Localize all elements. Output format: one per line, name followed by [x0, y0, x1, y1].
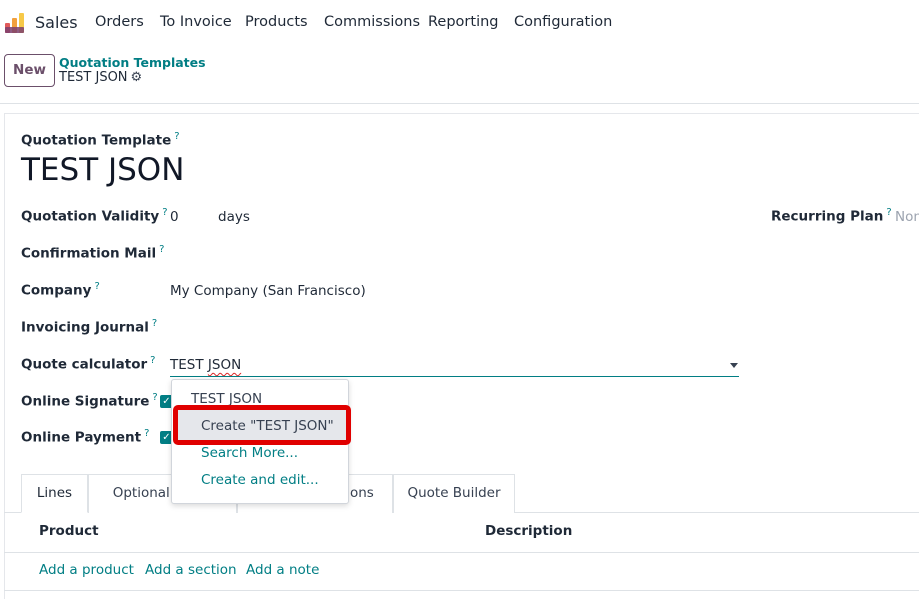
gear-icon[interactable]: ⚙	[131, 70, 143, 85]
company-label: Company?	[21, 281, 100, 299]
breadcrumb-parent[interactable]: Quotation Templates	[59, 55, 206, 70]
dropdown-create-and-edit[interactable]: Create and edit...	[201, 472, 319, 488]
online-signature-label-text: Online Signature	[21, 393, 150, 410]
tab-quote-builder[interactable]: Quote Builder	[393, 474, 515, 513]
dropdown-search-more[interactable]: Search More...	[201, 445, 298, 461]
nav-commissions[interactable]: Commissions	[324, 14, 420, 30]
online-payment-label: Online Payment?	[21, 428, 149, 446]
add-section-link[interactable]: Add a section	[145, 562, 237, 578]
company-value[interactable]: My Company (San Francisco)	[170, 283, 366, 299]
help-tooltip-icon[interactable]: ?	[152, 318, 157, 329]
recurring-plan-input[interactable]: Non	[895, 209, 919, 225]
quote-calculator-label-text: Quote calculator	[21, 356, 148, 373]
nav-configuration[interactable]: Configuration	[514, 14, 612, 30]
confirmation-mail-label: Confirmation Mail?	[21, 244, 164, 262]
template-title-field[interactable]: TEST JSON	[21, 152, 184, 188]
invoicing-journal-label-text: Invoicing Journal	[21, 319, 149, 336]
quote-calculator-input[interactable]: TEST JSON	[170, 357, 241, 373]
nav-reporting[interactable]: Reporting	[428, 14, 499, 30]
help-tooltip-icon[interactable]: ?	[174, 131, 179, 142]
help-tooltip-icon[interactable]: ?	[152, 392, 157, 403]
nav-products[interactable]: Products	[245, 14, 308, 30]
add-product-link[interactable]: Add a product	[39, 562, 134, 578]
quote-calculator-label: Quote calculator?	[21, 355, 155, 373]
top-navbar: Sales Orders To Invoice Products Commiss…	[0, 0, 919, 46]
annotation-highlight-box	[173, 405, 351, 445]
validity-label-text: Quotation Validity	[21, 208, 160, 225]
new-button[interactable]: New	[4, 54, 55, 87]
quote-calculator-underline	[170, 376, 739, 377]
recurring-plan-label: Recurring Plan?	[771, 207, 892, 225]
help-tooltip-icon[interactable]: ?	[144, 428, 149, 439]
invoicing-journal-label: Invoicing Journal?	[21, 318, 157, 336]
tab-lines[interactable]: Lines	[21, 474, 88, 513]
nav-orders[interactable]: Orders	[95, 14, 144, 30]
column-header-description[interactable]: Description	[485, 523, 572, 539]
confirmation-mail-label-text: Confirmation Mail	[21, 245, 157, 262]
nav-app-name[interactable]: Sales	[35, 13, 78, 32]
control-panel-divider	[0, 103, 919, 104]
validity-input[interactable]: 0	[170, 209, 179, 225]
company-label-text: Company	[21, 282, 92, 299]
online-signature-label: Online Signature?	[21, 392, 158, 410]
help-tooltip-icon[interactable]: ?	[886, 207, 891, 218]
breadcrumb-current: TEST JSON ⚙	[59, 70, 142, 85]
table-header-divider	[4, 552, 919, 553]
help-tooltip-icon[interactable]: ?	[94, 281, 99, 292]
sales-app-icon[interactable]	[3, 12, 27, 34]
recurring-plan-label-text: Recurring Plan	[771, 208, 884, 225]
help-tooltip-icon[interactable]: ?	[150, 355, 155, 366]
help-tooltip-icon[interactable]: ?	[159, 244, 164, 255]
online-payment-label-text: Online Payment	[21, 429, 142, 446]
quote-calculator-text: TEST	[170, 357, 208, 373]
template-title-label-text: Quotation Template	[21, 132, 172, 149]
add-note-link[interactable]: Add a note	[246, 562, 319, 578]
nav-to-invoice[interactable]: To Invoice	[160, 14, 232, 30]
breadcrumb-current-label: TEST JSON	[59, 70, 128, 85]
help-tooltip-icon[interactable]: ?	[162, 207, 167, 218]
quote-calculator-text-misspelled: JSON	[207, 357, 242, 373]
column-header-product[interactable]: Product	[39, 523, 99, 539]
table-footer-divider	[4, 590, 919, 591]
chevron-down-icon[interactable]	[730, 363, 738, 368]
template-title-label: Quotation Template?	[21, 131, 180, 149]
validity-label: Quotation Validity?	[21, 207, 168, 225]
validity-unit: days	[218, 209, 250, 225]
tab-options-label: ions	[346, 485, 374, 501]
